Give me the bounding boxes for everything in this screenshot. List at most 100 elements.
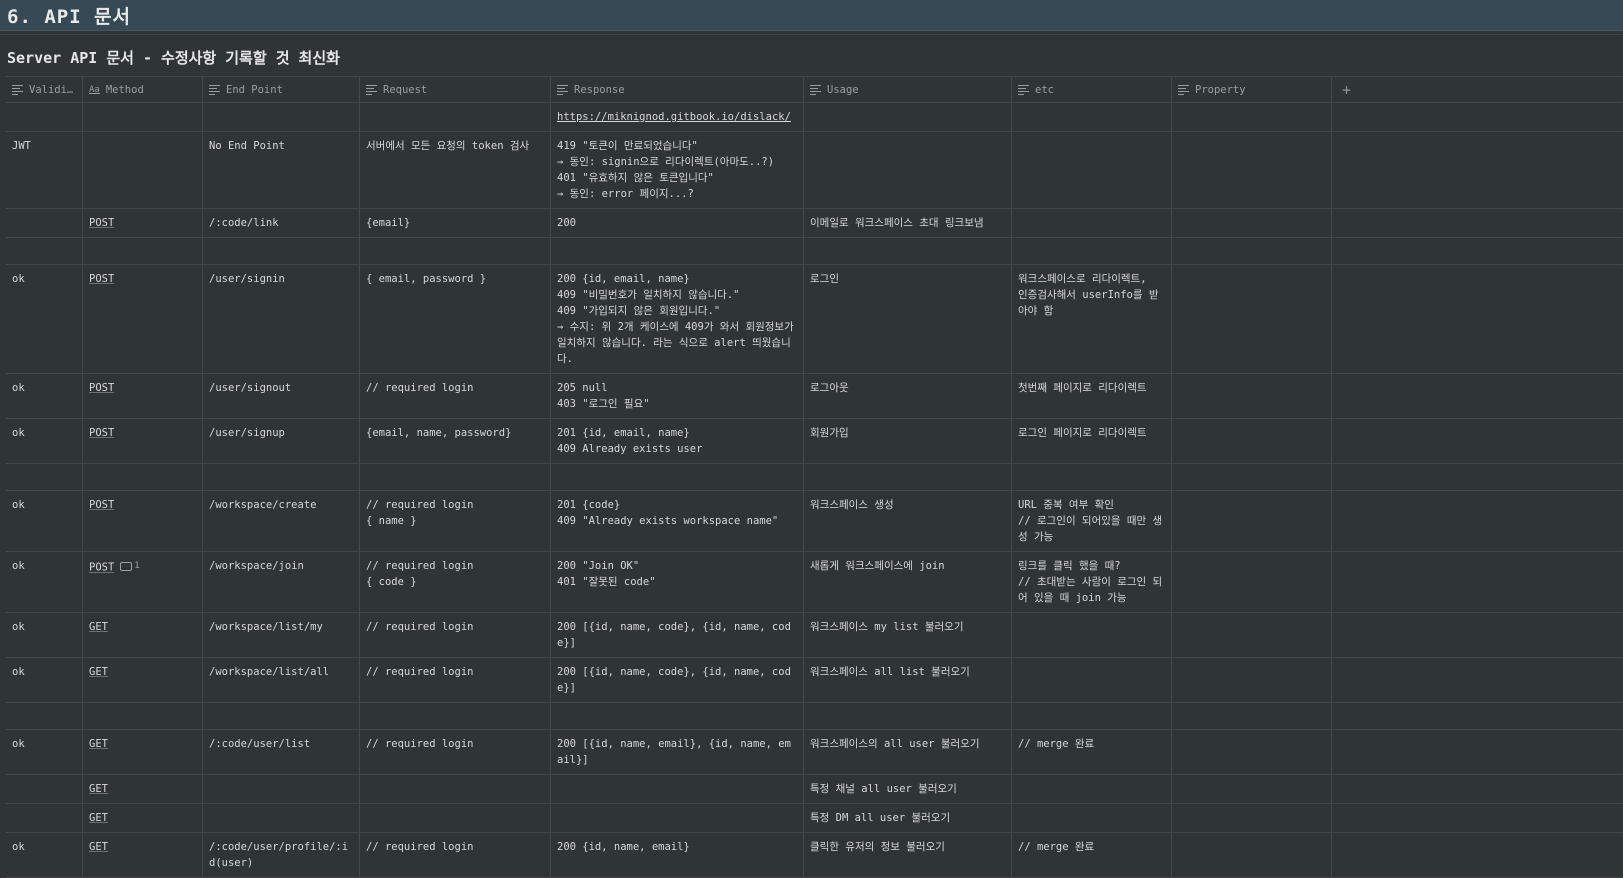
cell-method[interactable] — [83, 464, 203, 490]
cell-etc[interactable] — [1012, 775, 1172, 803]
cell-etc[interactable] — [1012, 209, 1172, 237]
cell-method[interactable]: POST — [83, 419, 203, 463]
cell-validity[interactable] — [6, 464, 83, 490]
cell-etc[interactable]: URL 중복 여부 확인 // 로그인이 되어있을 때만 생성 가능 — [1012, 491, 1172, 551]
cell-response[interactable]: 200 {id, name, email} — [551, 833, 804, 877]
cell-endpoint[interactable]: /user/signup — [203, 419, 360, 463]
cell-validity[interactable] — [6, 209, 83, 237]
cell-validity[interactable] — [6, 703, 83, 729]
cell-etc[interactable] — [1012, 464, 1172, 490]
table-row[interactable]: ok POST/user/signup {email, name, password… — [6, 419, 1623, 464]
cell-request[interactable] — [360, 703, 551, 729]
cell-validity[interactable]: ok — [6, 265, 83, 373]
cell-usage[interactable]: 특정 DM all user 불러오기 — [804, 804, 1012, 832]
cell-method[interactable]: POST — [83, 374, 203, 418]
table-row[interactable]: ok GET/workspace/list/my // required login… — [6, 613, 1623, 658]
cell-endpoint[interactable]: /workspace/create — [203, 491, 360, 551]
cell-request[interactable]: {email, name, password} — [360, 419, 551, 463]
cell-endpoint[interactable]: /user/signout — [203, 374, 360, 418]
cell-response[interactable] — [551, 464, 804, 490]
cell-property[interactable] — [1172, 238, 1332, 264]
table-row[interactable]: ok POST 1/workspace/join // required login … — [6, 552, 1623, 613]
cell-endpoint[interactable] — [203, 103, 360, 131]
cell-etc[interactable] — [1012, 804, 1172, 832]
cell-method[interactable]: GET — [83, 833, 203, 877]
cell-response[interactable]: 201 {id, email, name} 409 Already exists… — [551, 419, 804, 463]
cell-validity[interactable]: ok — [6, 419, 83, 463]
cell-response[interactable] — [551, 775, 804, 803]
comment-indicator[interactable]: 1 — [120, 558, 140, 574]
cell-request[interactable] — [360, 804, 551, 832]
cell-response[interactable]: 419 "토큰이 만료되었습니다" → 동인: signin으로 리다이렉트(아… — [551, 132, 804, 208]
cell-usage[interactable]: 이메일로 워크스페이스 초대 링크보냄 — [804, 209, 1012, 237]
cell-response[interactable]: 200 [{id, name, code}, {id, name, code}] — [551, 658, 804, 702]
cell-response[interactable]: 200 — [551, 209, 804, 237]
cell-etc[interactable]: 링크를 클릭 했을 때? // 초대받는 사람이 로그인 되어 있을 때 joi… — [1012, 552, 1172, 612]
cell-validity[interactable] — [6, 775, 83, 803]
cell-response[interactable]: 201 {code} 409 "Already exists workspace… — [551, 491, 804, 551]
cell-property[interactable] — [1172, 833, 1332, 877]
cell-usage[interactable]: 워크스페이스 my list 불러오기 — [804, 613, 1012, 657]
cell-etc[interactable] — [1012, 132, 1172, 208]
cell-etc[interactable] — [1012, 613, 1172, 657]
cell-response[interactable]: 200 [{id, name, email}, {id, name, email… — [551, 730, 804, 774]
cell-etc[interactable] — [1012, 703, 1172, 729]
cell-request[interactable] — [360, 464, 551, 490]
cell-request[interactable]: // required login — [360, 730, 551, 774]
table-row[interactable]: GET 특정 DM all user 불러오기 — [6, 804, 1623, 833]
cell-method[interactable]: GET — [83, 658, 203, 702]
cell-property[interactable] — [1172, 132, 1332, 208]
page-heading[interactable]: 6. API 문서 — [7, 2, 131, 29]
cell-endpoint[interactable]: /workspace/list/all — [203, 658, 360, 702]
cell-property[interactable] — [1172, 730, 1332, 774]
cell-property[interactable] — [1172, 703, 1332, 729]
cell-etc[interactable]: 워크스페이스로 리다이렉트, 인증검사해서 userInfo를 받아야 함 — [1012, 265, 1172, 373]
cell-request[interactable]: { email, password } — [360, 265, 551, 373]
cell-validity[interactable]: ok — [6, 730, 83, 774]
cell-endpoint[interactable] — [203, 464, 360, 490]
cell-request[interactable]: // required login { name } — [360, 491, 551, 551]
cell-endpoint[interactable] — [203, 238, 360, 264]
cell-usage[interactable]: 워크스페이스 생성 — [804, 491, 1012, 551]
cell-endpoint[interactable]: /:code/user/profile/:id(user) — [203, 833, 360, 877]
cell-etc[interactable]: 첫번째 페이지로 리다이렉트 — [1012, 374, 1172, 418]
cell-request[interactable] — [360, 103, 551, 131]
cell-endpoint[interactable] — [203, 804, 360, 832]
cell-request[interactable] — [360, 775, 551, 803]
column-header-request[interactable]: Request — [360, 77, 551, 102]
cell-endpoint[interactable] — [203, 775, 360, 803]
table-row[interactable]: https://miknignod.gitbook.io/dislack/ — [6, 103, 1623, 132]
cell-validity[interactable]: ok — [6, 833, 83, 877]
database-title[interactable]: Server API 문서 - 수정사항 기록할 것 최신화 — [7, 47, 340, 68]
column-header-validi[interactable]: Validi… — [6, 77, 83, 102]
cell-etc[interactable]: // merge 완료 — [1012, 833, 1172, 877]
table-row[interactable]: ok GET/workspace/list/all // required logi… — [6, 658, 1623, 703]
cell-property[interactable] — [1172, 613, 1332, 657]
table-row[interactable]: ok GET /:code/user/list // required login 20… — [6, 730, 1623, 775]
cell-property[interactable] — [1172, 209, 1332, 237]
cell-response[interactable] — [551, 804, 804, 832]
cell-validity[interactable] — [6, 804, 83, 832]
cell-property[interactable] — [1172, 103, 1332, 131]
cell-request[interactable]: // required login — [360, 374, 551, 418]
cell-method[interactable]: GET — [83, 730, 203, 774]
cell-usage[interactable]: 클릭한 유저의 정보 불러오기 — [804, 833, 1012, 877]
cell-validity[interactable]: JWT — [6, 132, 83, 208]
cell-validity[interactable] — [6, 103, 83, 131]
table-row[interactable]: ok GET /:code/user/profile/:id(user) // req… — [6, 833, 1623, 878]
cell-usage[interactable]: 로그아웃 — [804, 374, 1012, 418]
cell-request[interactable]: // required login — [360, 613, 551, 657]
cell-usage[interactable]: 워크스페이스 all list 불러오기 — [804, 658, 1012, 702]
cell-endpoint[interactable]: /workspace/list/my — [203, 613, 360, 657]
cell-usage[interactable] — [804, 103, 1012, 131]
cell-usage[interactable]: 특정 채널 all user 불러오기 — [804, 775, 1012, 803]
table-row[interactable]: ok POST/user/signin { email, password } 200… — [6, 265, 1623, 374]
column-header-property[interactable]: Property — [1172, 77, 1332, 102]
cell-response[interactable] — [551, 703, 804, 729]
cell-property[interactable] — [1172, 419, 1332, 463]
cell-method[interactable]: POST — [83, 209, 203, 237]
cell-response[interactable]: 205 null 403 "로그인 필요" — [551, 374, 804, 418]
cell-usage[interactable]: 로그인 — [804, 265, 1012, 373]
cell-method[interactable] — [83, 103, 203, 131]
cell-validity[interactable]: ok — [6, 491, 83, 551]
